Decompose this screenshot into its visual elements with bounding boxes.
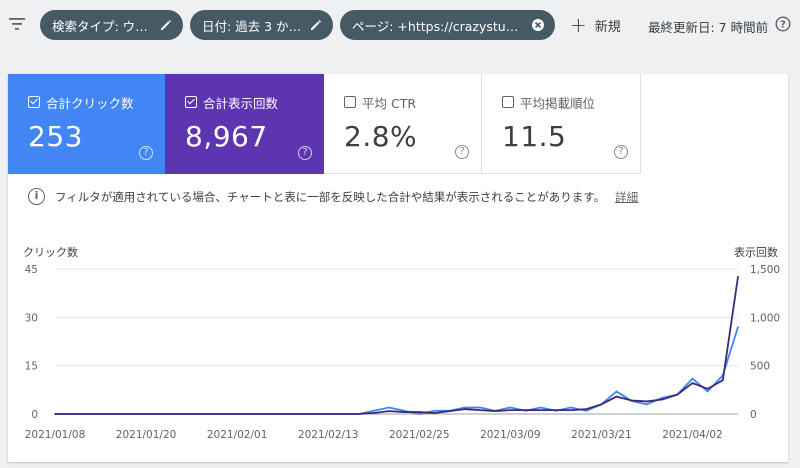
filter-chip-search-type[interactable]: 検索タイプ: ウェブ — [40, 10, 183, 40]
help-icon[interactable]: ? — [139, 146, 153, 160]
help-icon[interactable]: ? — [614, 145, 628, 159]
close-circle-icon[interactable] — [531, 18, 545, 32]
svg-text:?: ? — [780, 20, 786, 31]
checkbox-checked-icon[interactable] — [28, 96, 40, 108]
help-icon[interactable]: ? — [775, 16, 791, 32]
plus-icon: + — [570, 13, 587, 37]
checkbox-unchecked-icon[interactable] — [502, 96, 514, 108]
notice-text: フィルタが適用されている場合、チャートと表に一部を反映した合計や結果が表示される… — [55, 189, 606, 204]
add-filter-label: 新規 — [594, 19, 621, 35]
performance-card: 合計クリック数 253 ? 合計表示回数 8,967 ? 平均 CTR 2.8%… — [8, 74, 788, 462]
metric-label: 合計表示回数 — [203, 95, 279, 111]
pencil-icon[interactable] — [159, 18, 173, 32]
filter-bar: 検索タイプ: ウェブ 日付: 過去 3 か月間 ページ: +https://cr… — [0, 0, 800, 50]
pencil-icon[interactable] — [309, 18, 323, 32]
details-link[interactable]: 詳細 — [615, 189, 638, 205]
last-updated: 最終更新日: 7 時間前 — [648, 20, 769, 35]
checkbox-unchecked-icon[interactable] — [344, 96, 356, 108]
metric-label: 平均掲載順位 — [520, 95, 596, 111]
filter-notice: i フィルタが適用されている場合、チャートと表に一部を反映した合計や結果が表示さ… — [28, 188, 638, 205]
metric-total-clicks[interactable]: 合計クリック数 253 ? — [8, 74, 165, 174]
filter-icon[interactable] — [8, 15, 26, 33]
filter-chip-label: 日付: 過去 3 か月間 — [202, 18, 303, 34]
metric-total-impressions[interactable]: 合計表示回数 8,967 ? — [165, 74, 324, 174]
help-icon[interactable]: ? — [298, 146, 312, 160]
filter-chip-label: 検索タイプ: ウェブ — [52, 18, 153, 34]
help-icon[interactable]: ? — [455, 145, 469, 159]
add-filter-button[interactable]: + 新規 — [570, 14, 621, 36]
metric-label: 合計クリック数 — [46, 95, 134, 111]
filter-chip-label: ページ: +https://crazystudy.inf... — [352, 18, 525, 34]
filter-chip-date[interactable]: 日付: 過去 3 か月間 — [190, 10, 333, 40]
metric-label: 平均 CTR — [362, 95, 417, 111]
info-icon: i — [28, 188, 45, 205]
filter-chip-page[interactable]: ページ: +https://crazystudy.inf... — [340, 10, 555, 40]
checkbox-checked-icon[interactable] — [185, 96, 197, 108]
metric-average-position[interactable]: 平均掲載順位 11.5 ? — [482, 74, 641, 174]
metric-average-ctr[interactable]: 平均 CTR 2.8% ? — [324, 74, 482, 174]
